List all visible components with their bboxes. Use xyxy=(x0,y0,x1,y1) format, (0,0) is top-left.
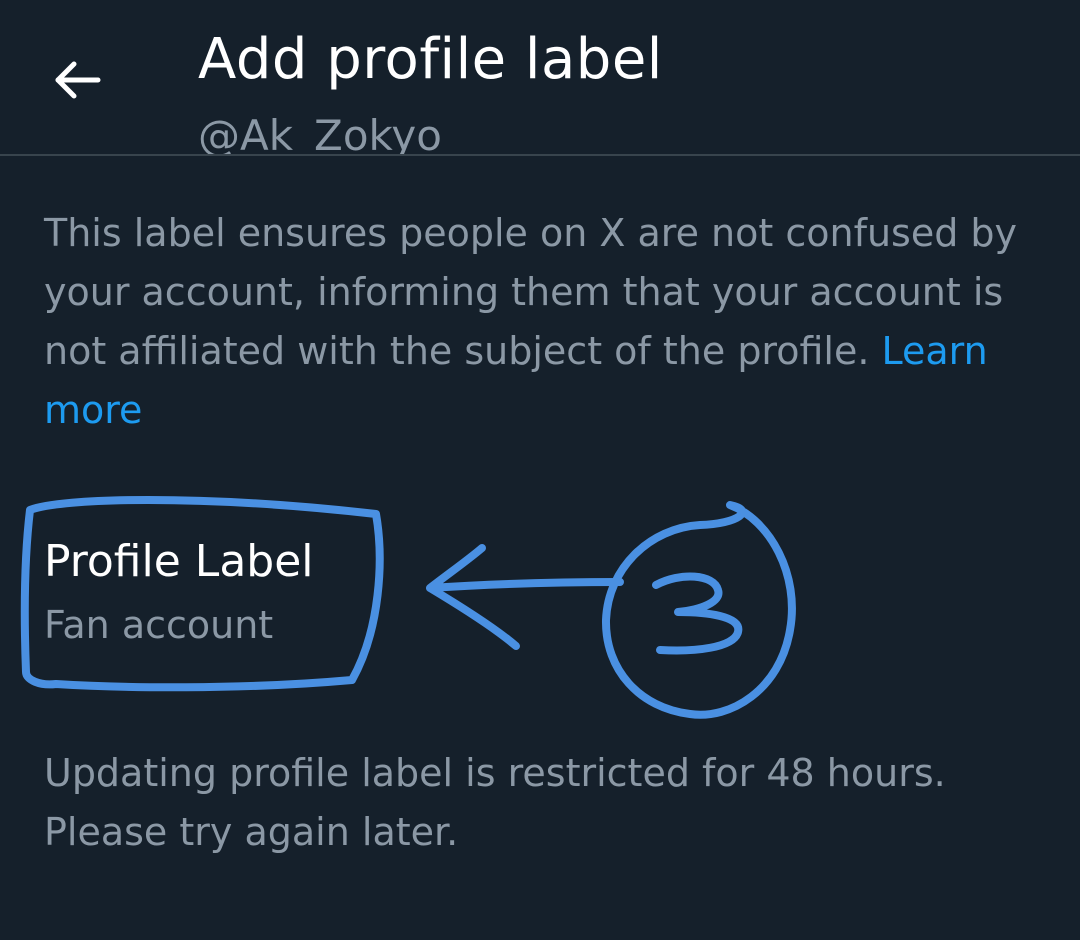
top-app-bar: Add profile label @Ak_Zokyo xyxy=(0,0,1080,156)
profile-label-item[interactable]: Profile Label Fan account xyxy=(44,528,384,658)
annotation-circle xyxy=(601,501,796,719)
annotation-arrow xyxy=(426,544,624,650)
account-handle: @Ak_Zokyo xyxy=(198,111,442,156)
back-button[interactable] xyxy=(50,52,106,108)
page-title: Add profile label xyxy=(198,27,663,92)
description-text: This label ensures people on X are not c… xyxy=(44,211,1018,373)
profile-label-value: Fan account xyxy=(44,603,274,647)
arrow-left-icon xyxy=(55,61,101,99)
label-description: This label ensures people on X are not c… xyxy=(44,204,1044,440)
annotation-number-three xyxy=(652,572,743,655)
profile-label-heading: Profile Label xyxy=(44,536,314,587)
restriction-notice: Updating profile label is restricted for… xyxy=(44,751,946,854)
